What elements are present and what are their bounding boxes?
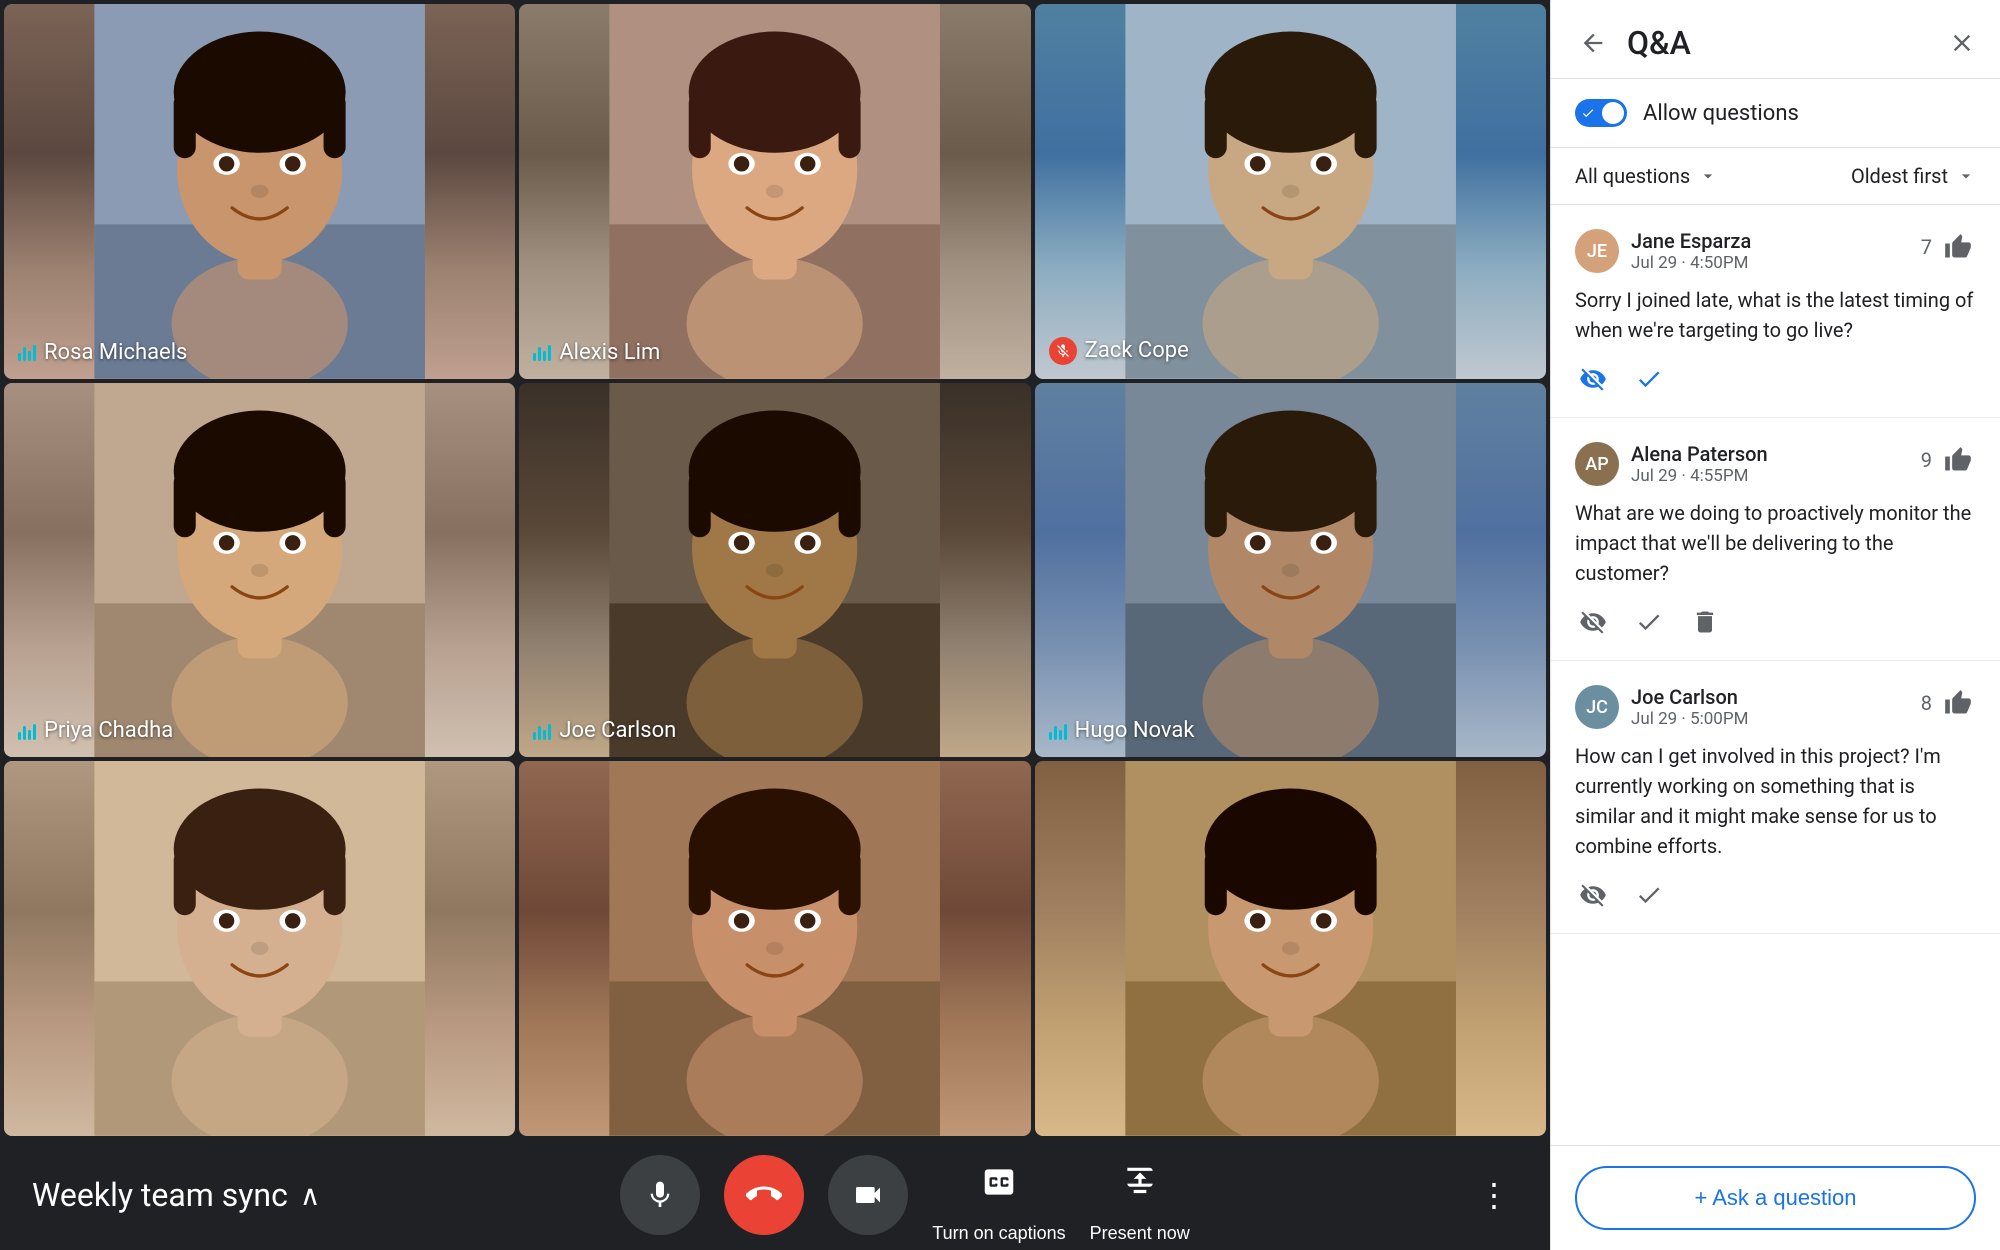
q-text-2: What are we doing to proactively monitor…	[1575, 498, 1976, 588]
q-time-2: Jul 29 · 4:55PM	[1631, 466, 1921, 486]
ask-question-button[interactable]: + Ask a question	[1575, 1166, 1976, 1230]
meeting-title-area: Weekly team sync ∧	[32, 1176, 352, 1214]
q-text-1: Sorry I joined late, what is the latest …	[1575, 285, 1976, 345]
like-btn-3[interactable]	[1940, 685, 1976, 721]
video-grid: Rosa Michaels Alexis Lim	[0, 0, 1550, 1140]
participant-name-1: Rosa Michaels	[18, 340, 187, 365]
chevron-up-icon[interactable]: ∧	[300, 1179, 321, 1212]
mic-muted-icon	[1049, 337, 1077, 365]
allow-questions-toggle[interactable]	[1575, 99, 1627, 127]
q-meta-3: Joe Carlson Jul 29 · 5:00PM	[1631, 685, 1921, 729]
mark-answered-btn-1[interactable]	[1631, 361, 1667, 397]
participant-name-3: Zack Cope	[1049, 337, 1189, 365]
q-avatar-3: JC	[1575, 685, 1619, 729]
captions-icon	[964, 1147, 1034, 1217]
q-avatar-2: AP	[1575, 442, 1619, 486]
controls-center: Turn on captions Present now	[352, 1147, 1458, 1244]
mark-answered-btn-2[interactable]	[1631, 604, 1667, 640]
q-like-count-3: 8	[1921, 691, 1932, 715]
mic-button[interactable]	[620, 1155, 700, 1235]
delete-question-btn-2[interactable]	[1687, 604, 1723, 640]
hide-question-btn-1[interactable]	[1575, 361, 1611, 397]
captions-label: Turn on captions	[932, 1223, 1065, 1244]
more-options-button[interactable]: ⋮	[1470, 1168, 1518, 1222]
q-author-3: Joe Carlson	[1631, 685, 1921, 709]
like-btn-1[interactable]	[1940, 229, 1976, 265]
camera-button[interactable]	[828, 1155, 908, 1235]
present-icon	[1105, 1147, 1175, 1217]
q-actions-1	[1575, 361, 1976, 397]
video-cell-5: Joe Carlson	[519, 383, 1030, 758]
video-cell-4: Priya Chadha	[4, 383, 515, 758]
mic-active-icon	[18, 722, 36, 740]
participant-name-6: Hugo Novak	[1049, 718, 1195, 743]
video-cell-7	[4, 761, 515, 1136]
mic-active-icon	[533, 343, 551, 361]
controls-right: ⋮	[1458, 1168, 1518, 1222]
q-like-count-2: 9	[1921, 448, 1932, 472]
qa-questions-list: JE Jane Esparza Jul 29 · 4:50PM 7 Sorry …	[1551, 205, 2000, 1145]
mark-answered-btn-3[interactable]	[1631, 877, 1667, 913]
q-actions-2	[1575, 604, 1976, 640]
hide-question-btn-3[interactable]	[1575, 877, 1611, 913]
video-area: Rosa Michaels Alexis Lim	[0, 0, 1550, 1250]
bottom-bar: Weekly team sync ∧	[0, 1140, 1550, 1250]
video-cell-2: Alexis Lim	[519, 4, 1030, 379]
q-text-3: How can I get involved in this project? …	[1575, 741, 1976, 861]
captions-button[interactable]: Turn on captions	[932, 1147, 1065, 1244]
qa-header: Q&A	[1551, 0, 2000, 79]
present-now-button[interactable]: Present now	[1090, 1147, 1190, 1244]
video-cell-8	[519, 761, 1030, 1136]
qa-title: Q&A	[1627, 24, 1932, 62]
end-call-button[interactable]	[724, 1155, 804, 1235]
mic-active-icon	[1049, 722, 1067, 740]
question-card-2: AP Alena Paterson Jul 29 · 4:55PM 9 What…	[1551, 418, 2000, 661]
mic-active-icon	[18, 343, 36, 361]
sort-filter[interactable]: Oldest first	[1851, 164, 1976, 188]
q-time-1: Jul 29 · 4:50PM	[1631, 253, 1921, 273]
q-actions-3	[1575, 877, 1976, 913]
participant-name-5: Joe Carlson	[533, 718, 676, 743]
qa-filters: All questions Oldest first	[1551, 148, 2000, 205]
video-cell-9	[1035, 761, 1546, 1136]
sort-label: Oldest first	[1851, 164, 1948, 188]
mic-active-icon	[533, 722, 551, 740]
hide-question-btn-2[interactable]	[1575, 604, 1611, 640]
all-questions-filter[interactable]: All questions	[1575, 164, 1718, 188]
q-meta-1: Jane Esparza Jul 29 · 4:50PM	[1631, 229, 1921, 273]
video-cell-6: Hugo Novak	[1035, 383, 1546, 758]
q-time-3: Jul 29 · 5:00PM	[1631, 709, 1921, 729]
filter-label: All questions	[1575, 164, 1690, 188]
participant-name-2: Alexis Lim	[533, 340, 660, 365]
question-card-3: JC Joe Carlson Jul 29 · 5:00PM 8 How can…	[1551, 661, 2000, 934]
q-avatar-1: JE	[1575, 229, 1619, 273]
q-like-count-1: 7	[1921, 235, 1932, 259]
q-author-1: Jane Esparza	[1631, 229, 1921, 253]
like-btn-2[interactable]	[1940, 442, 1976, 478]
qa-panel: Q&A Allow questions All questions Oldest…	[1550, 0, 2000, 1250]
video-cell-3: Zack Cope	[1035, 4, 1546, 379]
video-cell-1: Rosa Michaels	[4, 4, 515, 379]
question-card-1: JE Jane Esparza Jul 29 · 4:50PM 7 Sorry …	[1551, 205, 2000, 418]
qa-back-button[interactable]	[1575, 25, 1611, 61]
q-likes-2: 9	[1921, 442, 1976, 478]
q-likes-1: 7	[1921, 229, 1976, 265]
q-likes-3: 8	[1921, 685, 1976, 721]
qa-allow-row: Allow questions	[1551, 79, 2000, 148]
qa-close-button[interactable]	[1948, 29, 1976, 57]
meeting-title: Weekly team sync	[32, 1176, 288, 1214]
q-author-2: Alena Paterson	[1631, 442, 1921, 466]
allow-questions-label: Allow questions	[1643, 101, 1799, 126]
participant-name-4: Priya Chadha	[18, 718, 173, 743]
qa-footer: + Ask a question	[1551, 1145, 2000, 1250]
q-meta-2: Alena Paterson Jul 29 · 4:55PM	[1631, 442, 1921, 486]
present-now-label: Present now	[1090, 1223, 1190, 1244]
